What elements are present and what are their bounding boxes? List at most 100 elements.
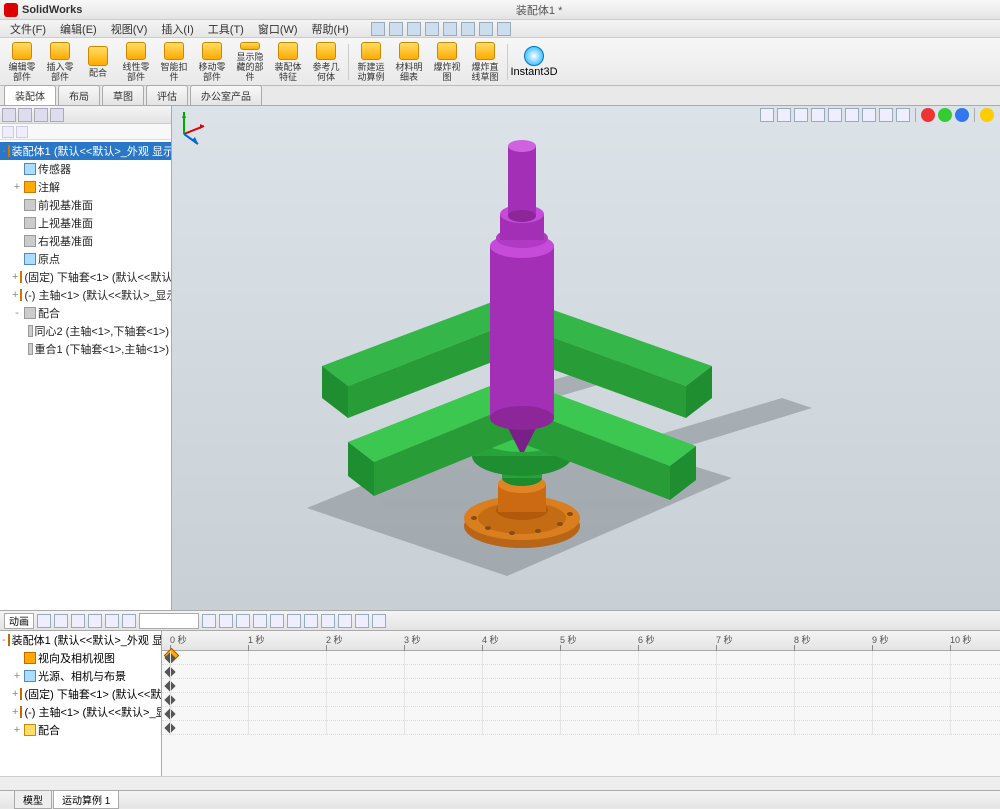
zoom-fit-icon[interactable] [760,108,774,122]
feature-tree[interactable]: -装配体1 (默认<<默认>_外观 显示状态>传感器+注解前视基准面上视基准面右… [0,140,171,360]
tree-node[interactable]: 原点 [0,250,171,268]
menu-insert[interactable]: 插入(I) [155,20,199,38]
calculate-icon[interactable] [37,614,51,628]
spring-icon[interactable] [287,614,301,628]
tree-node[interactable]: 重合1 (下轴套<1>,主轴<1>) [0,340,171,358]
timeline-ruler[interactable]: 0 秒1 秒2 秒3 秒4 秒5 秒6 秒7 秒8 秒9 秒10 秒11 秒12… [162,631,1000,651]
reference-geometry-button[interactable]: 参考几何体 [308,41,344,83]
save-anim-icon[interactable] [202,614,216,628]
tree-tab-dim-icon[interactable] [50,108,64,122]
insert-component-button[interactable]: 插入零部件 [42,41,78,83]
exploded-view-button[interactable]: 爆炸视图 [429,41,465,83]
loop-icon[interactable] [122,614,136,628]
tab-assembly[interactable]: 装配体 [4,85,56,105]
display-style-icon[interactable] [845,108,859,122]
tree-node[interactable]: +注解 [0,178,171,196]
tree-node[interactable]: +(固定) 下轴套<1> (默认<<默认>_显示状态 [0,268,171,286]
qat-open-icon[interactable] [389,22,403,36]
stop-icon[interactable] [105,614,119,628]
menu-file[interactable]: 文件(F) [4,20,52,38]
study-type-select[interactable]: 动画 [4,613,34,629]
menu-window[interactable]: 窗口(W) [252,20,304,38]
graphics-viewport[interactable] [172,106,1000,610]
playback-end-icon[interactable] [88,614,102,628]
show-hidden-button[interactable]: 显示隐藏的部件 [232,41,268,83]
results-icon[interactable] [338,614,352,628]
anim-wizard-icon[interactable] [219,614,233,628]
tree-node[interactable]: 右视基准面 [0,232,171,250]
instant3d-button[interactable]: Instant3D [512,41,556,83]
motor-icon[interactable] [270,614,284,628]
linear-pattern-button[interactable]: 线性零部件 [118,41,154,83]
timeline-tree-node[interactable]: +(-) 主轴<1> (默认<<默认>_显 [0,703,161,721]
speed-select[interactable] [139,613,199,629]
menu-view[interactable]: 视图(V) [105,20,154,38]
edit-component-button[interactable]: 编辑零部件 [4,41,40,83]
mate-button[interactable]: 配合 [80,41,116,83]
timeline-tree-node[interactable]: +(固定) 下轴套<1> (默认<<默认 [0,685,161,703]
tab-layout[interactable]: 布局 [58,85,100,105]
tab-office[interactable]: 办公室产品 [190,85,262,105]
qat-capture-icon[interactable] [497,22,511,36]
apply-scene-icon[interactable] [896,108,910,122]
tree-node[interactable]: 同心2 (主轴<1>,下轴套<1>) [0,322,171,340]
tab-model[interactable]: 模型 [14,790,52,809]
timeline-row[interactable] [162,679,1000,693]
tab-motion-study[interactable]: 运动算例 1 [53,790,119,809]
menu-edit[interactable]: 编辑(E) [54,20,103,38]
tree-tab-property-icon[interactable] [18,108,32,122]
tree-tab-config-icon[interactable] [34,108,48,122]
new-motion-study-button[interactable]: 新建运动算例 [353,41,389,83]
assembly-features-button[interactable]: 装配体特征 [270,41,306,83]
previous-view-icon[interactable] [794,108,808,122]
timeline-tree-node[interactable]: +配合 [0,721,161,739]
settings-icon[interactable] [355,614,369,628]
timeline-tree-node[interactable]: +光源、相机与布景 [0,667,161,685]
view-orientation-icon[interactable] [828,108,842,122]
timeline-row[interactable] [162,721,1000,735]
tree-tab-feature-icon[interactable] [2,108,16,122]
collapse-icon[interactable] [372,614,386,628]
hide-show-icon[interactable] [862,108,876,122]
tree-node[interactable]: 前视基准面 [0,196,171,214]
add-key-icon[interactable] [253,614,267,628]
qat-options-icon[interactable] [479,22,493,36]
tree-node[interactable]: -配合 [0,304,171,322]
menu-help[interactable]: 帮助(H) [306,20,355,38]
smart-fasteners-button[interactable]: 智能扣件 [156,41,192,83]
tree-node[interactable]: 上视基准面 [0,214,171,232]
timeline-tree-node[interactable]: 视向及相机视图 [0,649,161,667]
zoom-area-icon[interactable] [777,108,791,122]
tab-sketch[interactable]: 草图 [102,85,144,105]
qat-new-icon[interactable] [371,22,385,36]
play-icon[interactable] [71,614,85,628]
timeline-row[interactable] [162,651,1000,665]
timeline-tree-node[interactable]: -装配体1 (默认<<默认>_外观 显示 [0,631,161,649]
tab-evaluate[interactable]: 评估 [146,85,188,105]
qat-save-icon[interactable] [407,22,421,36]
timeline-row[interactable] [162,693,1000,707]
timeline-tree[interactable]: -装配体1 (默认<<默认>_外观 显示视向及相机视图+光源、相机与布景+(固定… [0,631,162,776]
move-component-button[interactable]: 移动零部件 [194,41,230,83]
model-3d-canvas[interactable] [172,106,1000,610]
timeline-row[interactable] [162,707,1000,721]
playback-start-icon[interactable] [54,614,68,628]
qat-undo-icon[interactable] [443,22,457,36]
appearance-red-icon[interactable] [921,108,935,122]
autokey-icon[interactable] [236,614,250,628]
explode-sketch-button[interactable]: 爆炸直线草图 [467,41,503,83]
bom-button[interactable]: 材料明细表 [391,41,427,83]
filter-dropdown-icon[interactable] [16,126,28,138]
qat-rebuild-icon[interactable] [461,22,475,36]
timeline-row[interactable] [162,665,1000,679]
section-view-icon[interactable] [811,108,825,122]
tree-node[interactable]: -装配体1 (默认<<默认>_外观 显示状态> [0,142,171,160]
contact-icon[interactable] [304,614,318,628]
timeline-hscrollbar[interactable] [0,776,1000,790]
menu-tools[interactable]: 工具(T) [202,20,250,38]
tree-node[interactable]: +(-) 主轴<1> (默认<<默认>_显示状态 1>) [0,286,171,304]
timeline-area[interactable]: 0 秒1 秒2 秒3 秒4 秒5 秒6 秒7 秒8 秒9 秒10 秒11 秒12… [162,631,1000,776]
filter-icon[interactable] [2,126,14,138]
appearance-green-icon[interactable] [938,108,952,122]
tree-node[interactable]: 传感器 [0,160,171,178]
